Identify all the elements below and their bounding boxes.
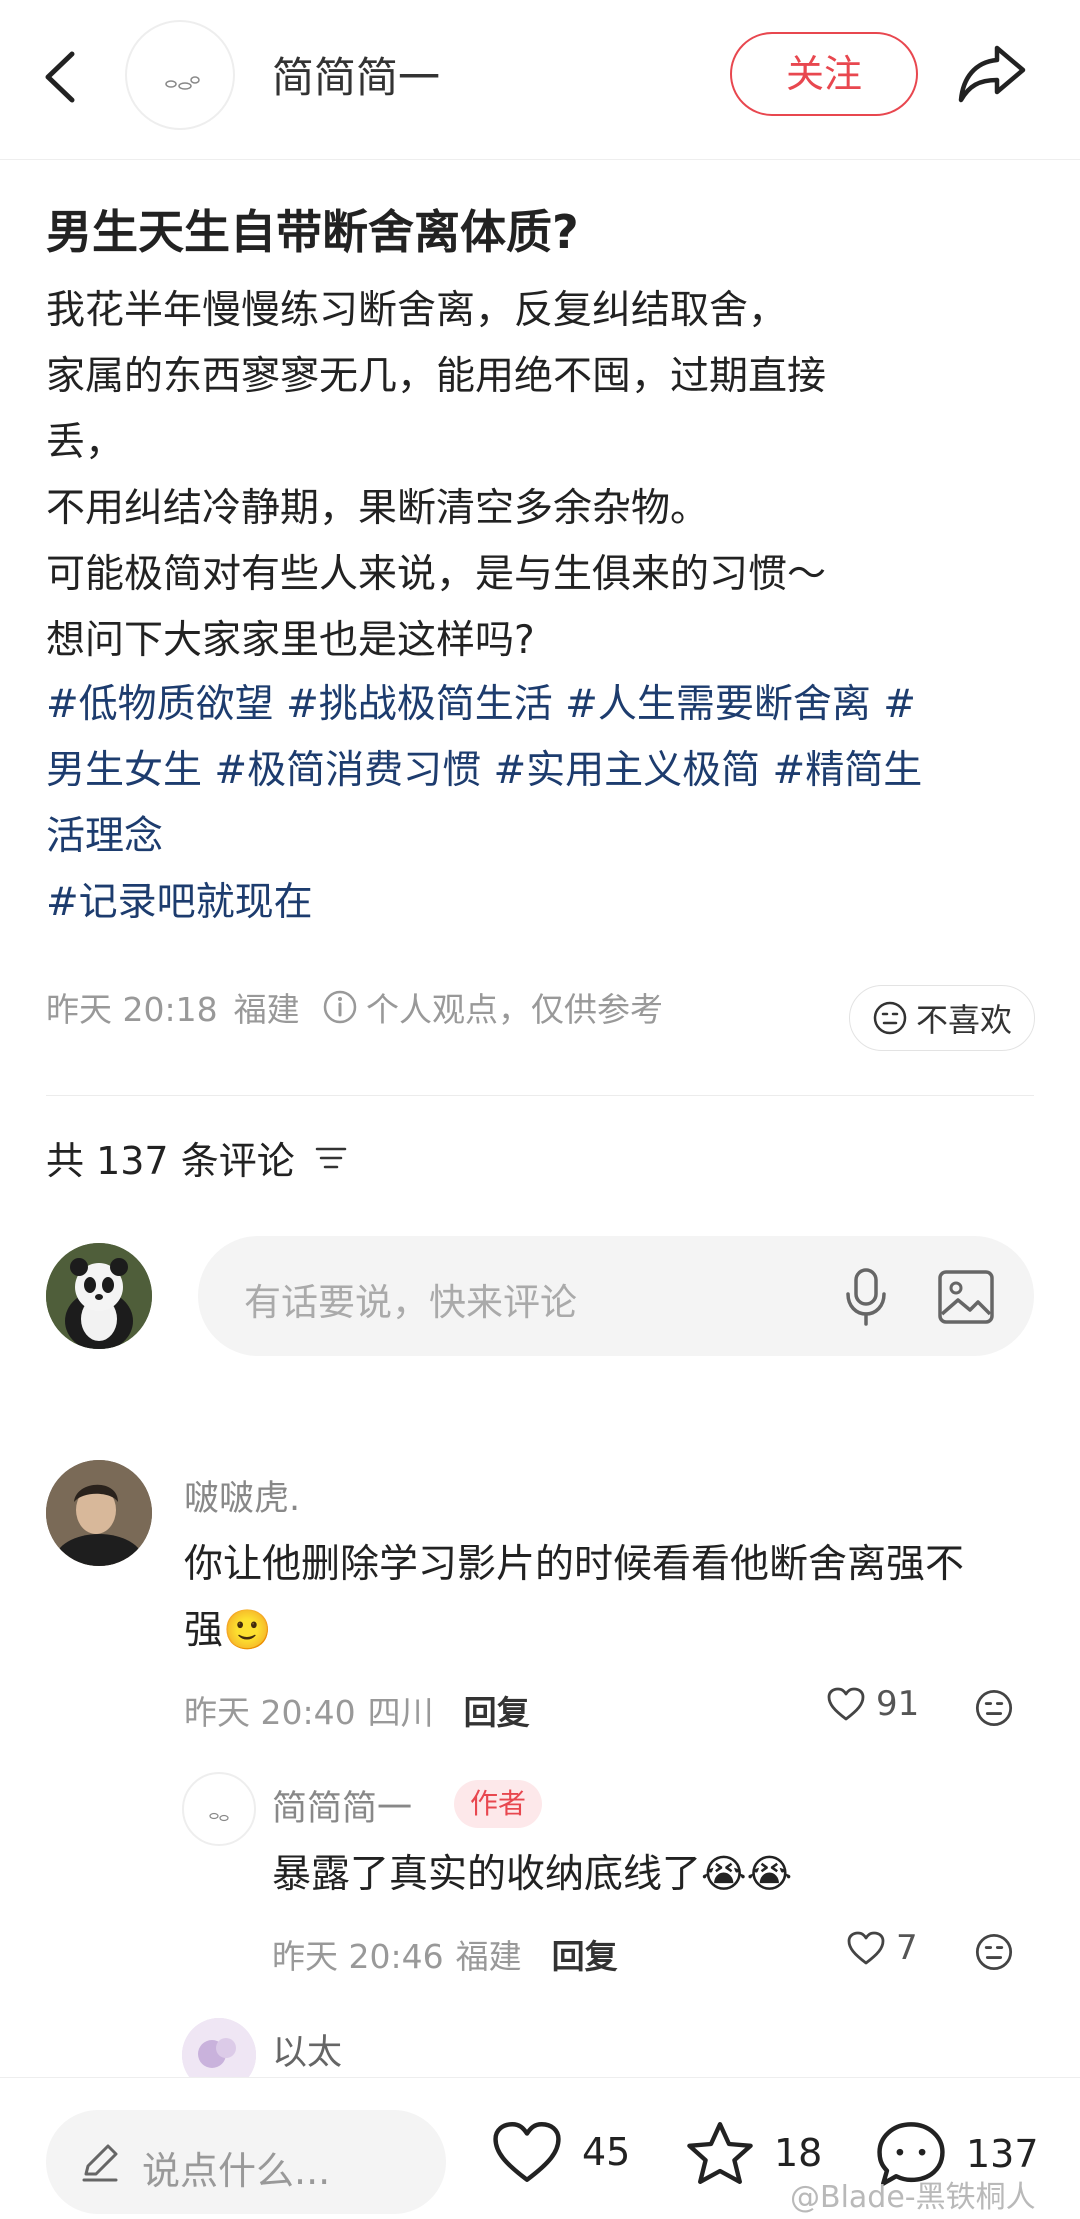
tag-line[interactable]: 男生女生 #极简消费习惯 #实用主义极简 #精简生 (46, 738, 1036, 804)
reply-location: 福建 (455, 1937, 522, 1976)
my-avatar (46, 1243, 152, 1349)
commenter-avatar[interactable] (46, 1460, 152, 1566)
favorite-count: 18 (774, 2131, 823, 2175)
watermark: @Blade-黑铁桐人 (790, 2180, 1036, 2215)
neutral-face-icon[interactable] (974, 1932, 1014, 1972)
reply-button[interactable]: 回复 (552, 1930, 618, 1978)
reply-text: 暴露了真实的收纳底线了😭😭 (272, 1842, 792, 1908)
dislike-label: 不喜欢 (915, 1001, 1012, 1039)
reply-author-avatar[interactable] (182, 1772, 256, 1846)
heart-icon (847, 1931, 885, 1965)
post-disclaimer: 个人观点，仅供参考 (322, 983, 663, 1031)
emoji: 🙂 (223, 1608, 272, 1653)
comment-count: 共 137 条评论 (46, 1130, 349, 1185)
neutral-face-icon (873, 1001, 907, 1035)
avatar-doodle-icon (165, 76, 200, 90)
like-button[interactable]: 45 (490, 2118, 630, 2186)
comment-text: 你让他删除学习影片的时候看看他断舍离强不 (184, 1542, 965, 1587)
top-bar: 简简简一 关注 (0, 0, 1080, 160)
sort-filter-icon[interactable] (313, 1140, 349, 1176)
like-count: 45 (582, 2130, 631, 2174)
reply-text-content: 暴露了真实的收纳底线了 (272, 1852, 702, 1897)
reply-author-name[interactable]: 简简简一 (272, 1780, 412, 1831)
divider (46, 1095, 1034, 1096)
chevron-left-icon (45, 51, 75, 103)
post-body-line: 丢， (46, 420, 125, 465)
comment-total: 137 (966, 2132, 1039, 2176)
comment-input[interactable]: 有话要说，快来评论 (198, 1236, 1034, 1356)
disclaimer-text: 个人观点，仅供参考 (366, 990, 663, 1029)
info-icon (323, 990, 357, 1024)
pencil-icon (82, 2144, 118, 2182)
comment-text-cont: 强🙂 (184, 1598, 272, 1664)
share-button[interactable] (955, 38, 1029, 108)
reply-time: 昨天 20:46 (272, 1937, 444, 1976)
tag-line[interactable]: #记录吧就现在 (46, 870, 1036, 936)
follow-button[interactable]: 关注 (730, 32, 918, 116)
post-body-line: 不用纠结冷静期，果断清空多余杂物。 (46, 486, 710, 531)
star-icon (687, 2122, 753, 2184)
post-tags: #低物质欲望 #挑战极简生活 #人生需要断舍离 # 男生女生 #极简消费习惯 #… (46, 672, 1036, 936)
comment-text-line: 强 (184, 1608, 224, 1653)
post-body-line: 我花半年慢慢练习断舍离，反复纠结取舍， (46, 288, 788, 333)
tag-line[interactable]: #低物质欲望 #挑战极简生活 #人生需要断舍离 # (46, 672, 1036, 738)
avatar-doodle-icon (209, 1812, 229, 1822)
reply-name[interactable]: 以太 (272, 2024, 342, 2075)
microphone-icon[interactable] (840, 1266, 892, 1328)
dislike-button[interactable]: 不喜欢 (849, 985, 1035, 1051)
post-body: 我花半年慢慢练习断舍离，反复纠结取舍， 家属的东西寥寥无几，能用绝不囤，过期直接… (46, 278, 1036, 674)
tag-line[interactable]: 活理念 (46, 804, 1036, 870)
author-avatar[interactable] (125, 20, 235, 130)
person-photo-icon (46, 1460, 152, 1566)
reply-button[interactable]: 回复 (464, 1686, 530, 1734)
post-body-line: 家属的东西寥寥无几，能用绝不囤，过期直接 (46, 354, 827, 399)
comment-time: 昨天 20:40 (184, 1693, 356, 1732)
reply-like-button[interactable]: 7 (846, 1928, 918, 1968)
author-name[interactable]: 简简简一 (272, 44, 440, 105)
post-body-line: 可能极简对有些人来说，是与生俱来的习惯～ (46, 552, 827, 597)
say-something-input[interactable]: 说点什么... (46, 2110, 446, 2214)
commenter-name[interactable]: 啵啵虎. (184, 1470, 300, 1521)
reply-meta: 昨天 20:46 福建 回复 (272, 1930, 618, 1978)
comment-input-placeholder: 有话要说，快来评论 (244, 1281, 577, 1324)
share-arrow-icon (958, 45, 1026, 103)
post-title: 男生天生自带断舍离体质? (46, 205, 579, 259)
comment-location: 四川 (367, 1693, 434, 1732)
heart-icon (493, 2122, 561, 2182)
heart-icon (827, 1687, 865, 1721)
author-badge: 作者 (454, 1780, 543, 1828)
comment-like-button[interactable]: 91 (826, 1684, 919, 1724)
post-meta: 昨天 20:18 福建 (46, 983, 300, 1031)
back-button[interactable] (36, 42, 86, 112)
panda-avatar-icon (46, 1243, 152, 1349)
like-count: 7 (896, 1928, 918, 1968)
comment-count-label: 共 137 条评论 (46, 1139, 295, 1183)
neutral-face-icon[interactable] (974, 1688, 1014, 1728)
comment-meta: 昨天 20:40 四川 回复 (184, 1686, 530, 1734)
post-time: 昨天 20:18 (46, 990, 218, 1029)
like-count: 91 (876, 1684, 920, 1724)
post-body-line: 想问下大家家里也是这样吗? (46, 618, 535, 663)
post-location: 福建 (233, 990, 300, 1029)
emoji: 😭😭 (701, 1852, 793, 1897)
image-icon[interactable] (936, 1268, 996, 1326)
say-something-placeholder: 说点什么... (142, 2149, 331, 2193)
